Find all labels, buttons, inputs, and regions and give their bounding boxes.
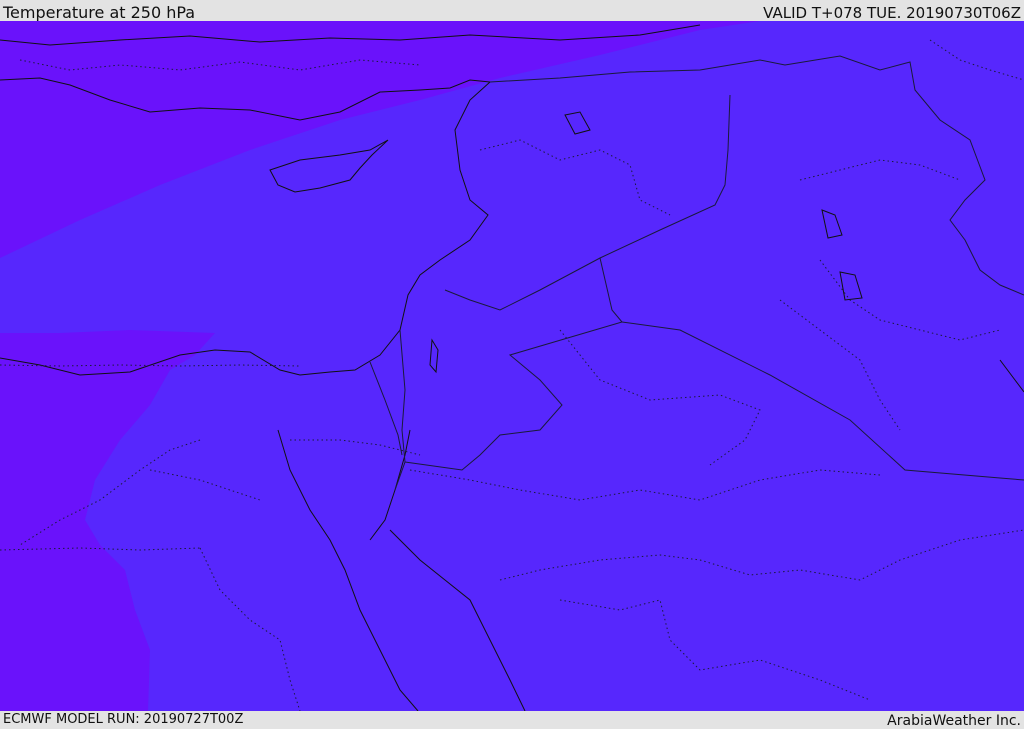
header-bar: Temperature at 250 hPa VALID T+078 TUE. … <box>0 0 1024 22</box>
valid-time: VALID T+078 TUE. 20190730T06Z <box>763 4 1021 22</box>
model-run-label: ECMWF MODEL RUN: 20190727T00Z <box>3 712 244 727</box>
temperature-map[interactable] <box>0 21 1024 711</box>
footer-bar: ECMWF MODEL RUN: 20190727T00Z ArabiaWeat… <box>0 711 1024 729</box>
credit-label: ArabiaWeather Inc. <box>887 713 1021 729</box>
weather-map-frame: Temperature at 250 hPa VALID T+078 TUE. … <box>0 0 1024 729</box>
map-title: Temperature at 250 hPa <box>3 3 196 22</box>
